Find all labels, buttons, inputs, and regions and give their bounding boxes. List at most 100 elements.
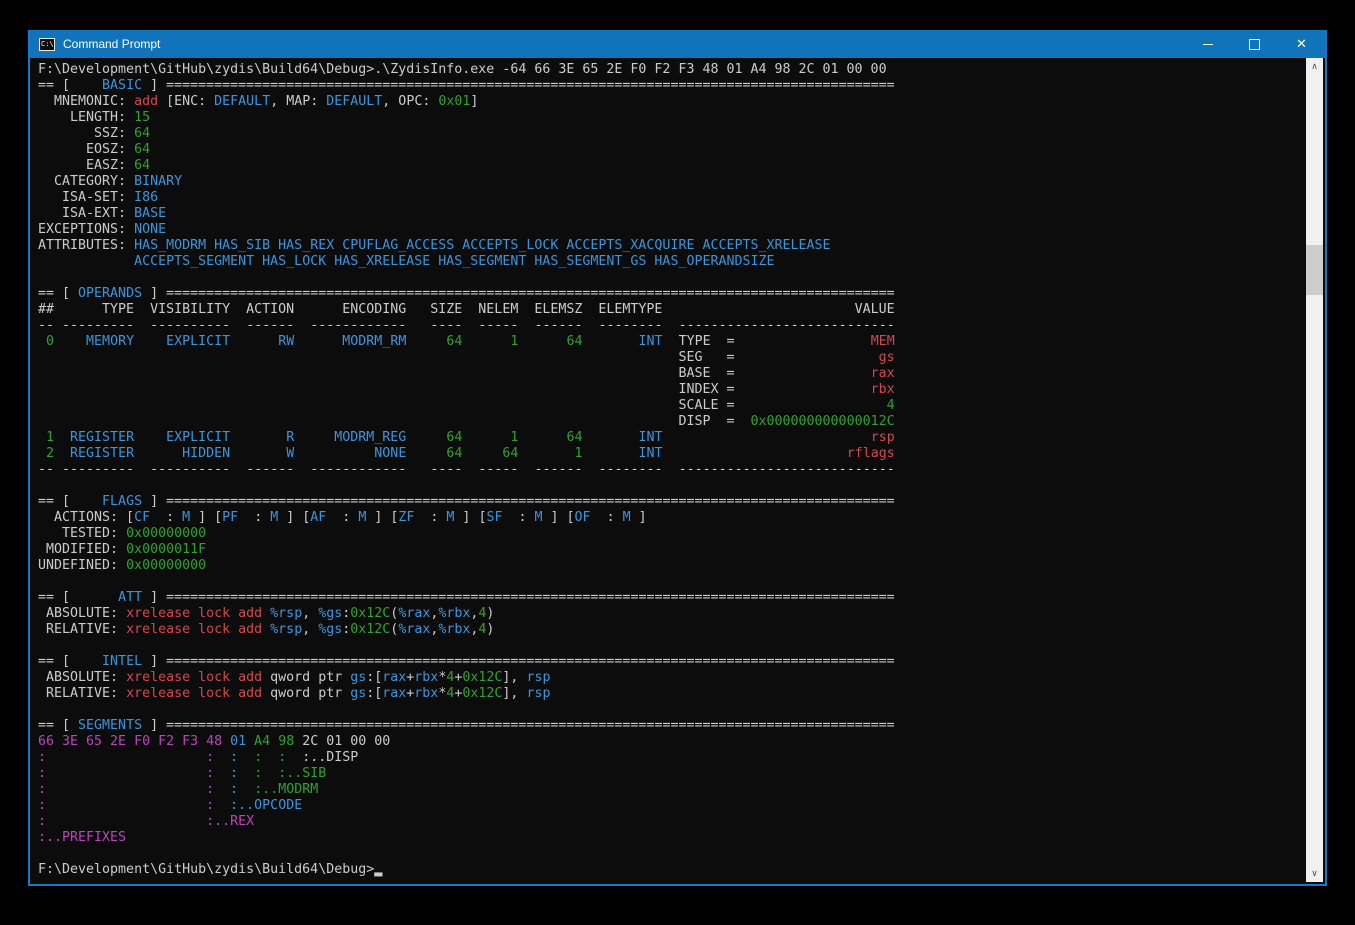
console-text-segment [518, 462, 534, 477]
console-text-segment: BASIC [102, 78, 142, 93]
console-line: DISP = 0x000000000000012C [38, 414, 1306, 430]
console-text-segment: , [302, 606, 318, 621]
titlebar[interactable]: C:\ Command Prompt ✕ [30, 30, 1325, 58]
scrollbar[interactable]: ∧ ∨ [1306, 58, 1323, 882]
scroll-down-button[interactable]: ∨ [1306, 865, 1323, 882]
console-text-segment: ------------ [310, 318, 406, 333]
close-button[interactable]: ✕ [1278, 30, 1325, 58]
console-text-segment: ) [486, 622, 494, 637]
console-line [38, 638, 1306, 654]
console-text-segment: : [591, 510, 623, 525]
console-line: EOSZ: 64 [38, 142, 1306, 158]
console-text-segment: , [302, 622, 318, 637]
console-text-segment: ACTIONS: [ [38, 510, 134, 525]
console-line: RELATIVE: xrelease lock add %rsp, %gs:0x… [38, 622, 1306, 638]
console-text-segment: ) [486, 606, 494, 621]
console-text-segment: INTEL [102, 654, 142, 669]
console-text-segment: F:\Development\GitHub\zydis\Build64\Debu… [38, 62, 887, 77]
console-text-segment: == [ [38, 590, 118, 605]
console-text-segment [582, 430, 638, 445]
console-text-segment: INT [639, 334, 663, 349]
console-text-segment [743, 334, 871, 349]
console-text-segment [214, 766, 230, 781]
console-text-segment [663, 318, 679, 333]
console-text-segment [222, 734, 230, 749]
console-text-segment [262, 606, 270, 621]
console-text-segment [38, 414, 678, 429]
console-text-segment: LENGTH: [38, 110, 134, 125]
console-line: 66 3E 65 2E F0 F2 F3 48 01 A4 98 2C 01 0… [38, 734, 1306, 750]
console-text-segment: ------------ [310, 462, 406, 477]
console-text-segment [518, 318, 534, 333]
console-text-segment [214, 750, 230, 765]
console-text-segment: 0x00000000 [126, 558, 206, 573]
console-text-segment: ] [142, 78, 166, 93]
console-line [38, 270, 1306, 286]
console-text-segment: 64 [134, 126, 150, 141]
console-line: MNEMONIC: add [ENC: DEFAULT, MAP: DEFAUL… [38, 94, 1306, 110]
console-text-segment: rflags [847, 446, 895, 461]
console-text-segment: : [414, 510, 446, 525]
close-icon: ✕ [1296, 37, 1307, 52]
console-text-segment: 1 [38, 430, 54, 445]
console-text-segment: rax [871, 366, 895, 381]
scroll-up-button[interactable]: ∧ [1306, 58, 1323, 75]
console-text-segment: REGISTER [70, 430, 134, 445]
console-line: SSZ: 64 [38, 126, 1306, 142]
console-text-segment: xrelease lock add [126, 670, 262, 685]
console-text-segment: ## TYPE VISIBILITY ACTION ENCODING SIZE … [38, 302, 662, 317]
console-text-segment [262, 622, 270, 637]
console-text-segment: ], [502, 670, 526, 685]
console-text-segment: FLAGS [102, 494, 142, 509]
console-text-segment: ISA-SET: [38, 190, 134, 205]
console-text-segment: 2 [38, 446, 54, 461]
console-line: F:\Development\GitHub\zydis\Build64\Debu… [38, 62, 1306, 78]
console-text-segment: ------ [246, 462, 294, 477]
console-text-segment [214, 782, 230, 797]
console-text-segment [38, 366, 678, 381]
text-cursor: ▂ [374, 862, 382, 877]
console-output: F:\Development\GitHub\zydis\Build64\Debu… [30, 58, 1306, 882]
console-line: ACCEPTS_SEGMENT HAS_LOCK HAS_XRELEASE HA… [38, 254, 1306, 270]
maximize-button[interactable] [1231, 30, 1278, 58]
console-text-segment: 66 3E 65 2E F0 F2 F3 48 [38, 734, 222, 749]
minimize-button[interactable] [1184, 30, 1231, 58]
console-line: == [ FLAGS ] ===========================… [38, 494, 1306, 510]
console-text-segment [38, 382, 678, 397]
console-text-segment: :..OPCODE [230, 798, 302, 813]
console-text-segment: rsp [871, 430, 895, 445]
console-text-segment [406, 318, 430, 333]
console-text-segment: SF [486, 510, 502, 525]
console-line: -- --------- ---------- ------ ---------… [38, 462, 1306, 478]
console-line: SCALE = 4 [38, 398, 1306, 414]
console-line: == [ SEGMENTS ] ========================… [38, 718, 1306, 734]
console-text-segment: DEFAULT [214, 94, 270, 109]
console-line: : : : : : :..DISP [38, 750, 1306, 766]
console-text-segment: ------ [246, 318, 294, 333]
cmd-icon[interactable]: C:\ [39, 38, 55, 51]
console-text-segment: %gs [318, 622, 342, 637]
console-text-segment: ========================================… [166, 718, 895, 733]
console-text-segment: INDEX = [678, 382, 742, 397]
console-text-segment [294, 318, 310, 333]
console-text-segment: NONE [134, 222, 166, 237]
console-text-segment: : [150, 510, 182, 525]
console-text-segment: ------ [534, 318, 582, 333]
console-text-segment: BASE = [678, 366, 742, 381]
console-text-segment: M [182, 510, 190, 525]
console-text-segment: ABSOLUTE: [38, 606, 126, 621]
console-text-segment: == [ [38, 78, 102, 93]
console-text-segment: BASE [134, 206, 166, 221]
console-text-segment: , OPC: [382, 94, 438, 109]
scrollbar-thumb[interactable] [1306, 245, 1323, 295]
console-line: ABSOLUTE: xrelease lock add qword ptr gs… [38, 670, 1306, 686]
console-text-segment: --------- [62, 318, 134, 333]
console-text-segment: 0x12C [350, 622, 390, 637]
console-text-segment [38, 398, 678, 413]
window-title: Command Prompt [63, 37, 1184, 51]
console-text-segment [663, 462, 679, 477]
console-text-segment: INT [639, 446, 663, 461]
console-text-segment: ] [142, 590, 166, 605]
console-line [38, 478, 1306, 494]
console-text-segment: : [206, 782, 214, 797]
